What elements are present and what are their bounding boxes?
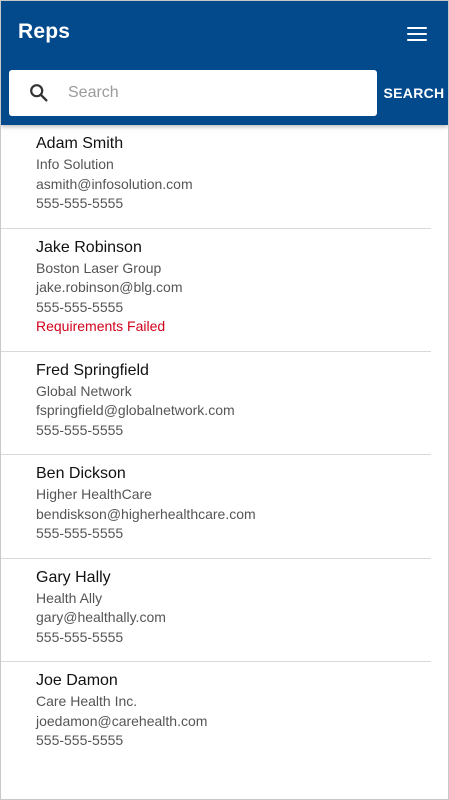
rep-company: Higher HealthCare xyxy=(36,486,152,502)
search-icon xyxy=(30,84,48,102)
hamburger-menu-icon xyxy=(407,27,427,41)
rep-email: gary@healthally.com xyxy=(36,609,166,625)
list-item[interactable]: Gary Hally Health Ally gary@healthally.c… xyxy=(1,559,431,662)
rep-phone: 555-555-5555 xyxy=(36,525,124,541)
rep-name: Fred Springfield xyxy=(36,361,149,379)
rep-list: Adam Smith Info Solution asmith@infosolu… xyxy=(1,125,448,799)
list-item[interactable]: Joe Damon Care Health Inc. joedamon@care… xyxy=(1,662,431,765)
rep-email: jake.robinson@blg.com xyxy=(36,279,183,295)
rep-company: Global Network xyxy=(36,382,132,399)
rep-email: asmith@infosolution.com xyxy=(36,175,193,192)
rep-name: Ben Dickson xyxy=(36,465,126,482)
list-item[interactable]: Adam Smith Info Solution asmith@infosolu… xyxy=(1,125,431,229)
menu-button[interactable] xyxy=(402,21,432,47)
search-box[interactable] xyxy=(9,70,377,116)
rep-phone: 555-555-5555 xyxy=(36,298,124,315)
rep-company: Health Ally xyxy=(36,589,103,606)
rep-name: Jake Robinson xyxy=(36,238,142,256)
rep-phone: 555-555-5555 xyxy=(36,421,124,438)
rep-name: Gary Hally xyxy=(36,568,111,586)
app-bar: Reps SEARCH xyxy=(1,1,448,125)
search-button[interactable]: SEARCH xyxy=(381,70,447,116)
rep-phone: 555-555-5555 xyxy=(36,195,124,211)
rep-email: bendiskson@higherhealthcare.com xyxy=(36,505,256,522)
app-frame: Reps SEARCH Adam Smith Info Solution asm… xyxy=(0,0,449,800)
rep-name: Joe Damon xyxy=(36,672,118,689)
rep-company: Care Health Inc. xyxy=(36,693,138,709)
search-input[interactable] xyxy=(68,84,348,102)
rep-company: Boston Laser Group xyxy=(36,259,162,276)
rep-email: joedamon@carehealth.com xyxy=(36,712,208,729)
search-bar: SEARCH xyxy=(9,70,444,116)
list-item[interactable]: Fred Springfield Global Network fspringf… xyxy=(1,352,431,455)
rep-company: Info Solution xyxy=(36,156,114,172)
rep-phone: 555-555-5555 xyxy=(36,628,124,645)
rep-email: fspringfield@globalnetwork.com xyxy=(36,402,235,418)
list-item[interactable]: Ben Dickson Higher HealthCare bendiskson… xyxy=(1,455,431,559)
list-item[interactable]: Jake Robinson Boston Laser Group jake.ro… xyxy=(1,229,431,352)
rep-phone: 555-555-5555 xyxy=(36,732,124,748)
requirements-status: Requirements Failed xyxy=(36,318,166,334)
page-title: Reps xyxy=(18,20,71,43)
rep-name: Adam Smith xyxy=(36,135,124,152)
